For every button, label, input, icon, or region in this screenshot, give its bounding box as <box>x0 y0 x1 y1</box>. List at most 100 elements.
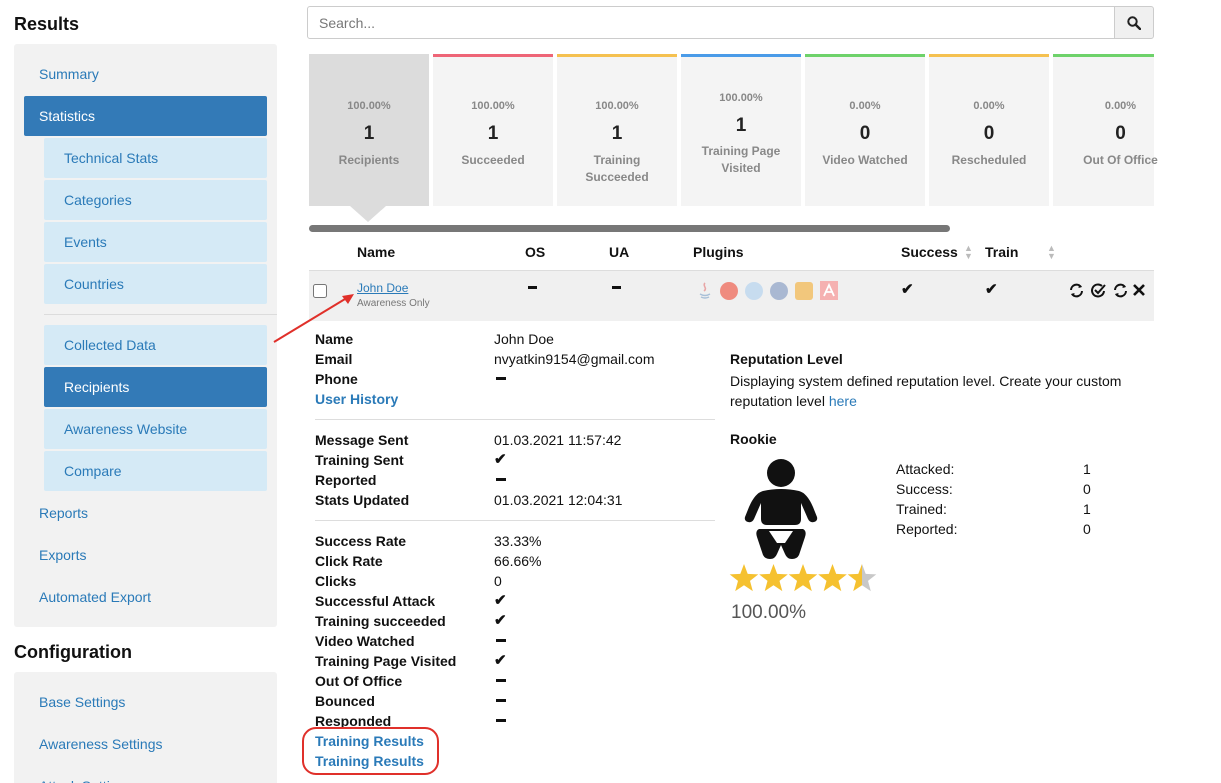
sidebar-item-automated-export[interactable]: Automated Export <box>24 577 277 617</box>
sidebar-item-events[interactable]: Events <box>44 222 267 262</box>
horizontal-scrollbar[interactable] <box>309 225 950 232</box>
stat-value: 0 <box>983 123 995 144</box>
detail-stats-updated-value: 01.03.2021 12:04:31 <box>494 492 623 508</box>
ua-empty-dash <box>612 286 621 289</box>
close-icon[interactable] <box>1133 284 1145 296</box>
refresh-icon[interactable] <box>1069 283 1084 298</box>
reputation-description: Displaying system defined reputation lev… <box>730 371 1150 411</box>
detail-phone-label: Phone <box>315 371 358 387</box>
col-header-ua[interactable]: UA <box>609 244 629 260</box>
star-icon <box>788 564 818 592</box>
results-menu: Summary Statistics Technical Stats Categ… <box>14 44 277 627</box>
sidebar-item-collected-data[interactable]: Collected Data <box>44 325 267 365</box>
detail-email-value: nvyatkin9154@gmail.com <box>494 351 655 367</box>
sidebar-item-countries[interactable]: Countries <box>44 264 267 304</box>
annotation-highlight <box>302 727 439 775</box>
sidebar-item-statistics[interactable]: Statistics <box>24 96 267 136</box>
detail-reported-label: Reported <box>315 472 377 488</box>
stat-card-video-watched[interactable]: 0.00% 0 Video Watched <box>805 54 925 206</box>
stat-card-out-of-office[interactable]: 0.00% 0 Out Of Office <box>1053 54 1158 206</box>
sort-icon[interactable]: ▲ ▼ <box>964 244 973 261</box>
training-page-visited-check-icon: ✔ <box>494 652 507 669</box>
divider <box>315 520 715 521</box>
detail-message-sent-value: 01.03.2021 11:57:42 <box>494 432 622 448</box>
stat-value: 1 <box>487 123 499 144</box>
search-button[interactable] <box>1114 6 1154 39</box>
responded-empty-dash <box>496 719 506 722</box>
stat-card-rescheduled[interactable]: 0.00% 0 Rescheduled <box>929 54 1049 206</box>
stat-percent: 100.00% <box>719 92 763 104</box>
stat-label: Succeeded <box>461 153 525 167</box>
results-heading: Results <box>14 14 80 34</box>
stat-percent: 100.00% <box>595 100 639 112</box>
reputation-level-name: Rookie <box>730 431 777 447</box>
rep-stat-label: Reported: <box>896 521 958 537</box>
selected-card-pointer <box>350 206 386 222</box>
stat-card-training-page-visited[interactable]: 100.00% 1 Training Page Visited <box>681 54 801 206</box>
configuration-heading: Configuration <box>14 642 132 662</box>
stat-card-recipients[interactable]: 100.00% 1 Recipients <box>309 54 429 206</box>
divider <box>315 419 715 420</box>
sidebar-item-attack-settings[interactable]: Attack Settings <box>24 766 277 783</box>
rep-stat-label: Success: <box>896 481 953 497</box>
col-header-name[interactable]: Name <box>357 244 395 260</box>
user-history-link[interactable]: User History <box>315 391 398 407</box>
resend-icon[interactable] <box>1113 283 1128 298</box>
stat-card-succeeded[interactable]: 100.00% 1 Succeeded <box>433 54 553 206</box>
detail-email-label: Email <box>315 351 353 367</box>
bounced-empty-dash <box>496 699 506 702</box>
detail-video-watched-label: Video Watched <box>315 633 415 649</box>
sidebar-item-recipients[interactable]: Recipients <box>44 367 267 407</box>
stat-value: 1 <box>735 115 747 136</box>
stat-value: 1 <box>363 123 375 144</box>
stat-percent: 100.00% <box>471 100 515 112</box>
star-icon <box>729 564 759 592</box>
phone-empty-dash <box>496 377 506 380</box>
reported-empty-dash <box>496 478 506 481</box>
quicktime-plugin-icon <box>770 282 788 300</box>
successful-attack-check-icon: ✔ <box>494 592 507 609</box>
sidebar-item-summary[interactable]: Summary <box>24 54 277 94</box>
sidebar-item-compare[interactable]: Compare <box>44 451 267 491</box>
stat-percent: 0.00% <box>849 100 881 112</box>
configuration-menu: Base Settings Awareness Settings Attack … <box>14 672 277 783</box>
search-input[interactable] <box>307 6 1116 39</box>
stat-label: Rescheduled <box>951 153 1027 167</box>
sidebar-item-technical-stats[interactable]: Technical Stats <box>44 138 267 178</box>
out-of-office-empty-dash <box>496 679 506 682</box>
reputation-here-link[interactable]: here <box>829 393 857 409</box>
detail-successful-attack-label: Successful Attack <box>315 593 436 609</box>
detail-out-of-office-label: Out Of Office <box>315 673 403 689</box>
stat-card-training-succeeded[interactable]: 100.00% 1 Training Succeeded <box>557 54 677 206</box>
search-icon <box>1127 15 1141 30</box>
sidebar-item-categories[interactable]: Categories <box>44 180 267 220</box>
reputation-description-text: Displaying system defined reputation lev… <box>730 373 1122 409</box>
stat-percent: 100.00% <box>347 100 391 112</box>
sort-icon[interactable]: ▲ ▼ <box>1047 244 1056 261</box>
training-succeeded-check-icon: ✔ <box>494 612 507 629</box>
sidebar-item-exports[interactable]: Exports <box>24 535 277 575</box>
training-sent-check-icon: ✔ <box>494 451 507 468</box>
sidebar-item-base-settings[interactable]: Base Settings <box>24 682 277 722</box>
reputation-title: Reputation Level <box>730 351 843 367</box>
stat-percent: 0.00% <box>973 100 1005 112</box>
recipient-subtitle: Awareness Only <box>357 298 430 309</box>
rep-stat-value: 1 <box>1083 501 1091 517</box>
rep-stat-value: 0 <box>1083 521 1091 537</box>
col-header-os[interactable]: OS <box>525 244 545 260</box>
col-header-success[interactable]: Success <box>901 244 958 260</box>
detail-clicks-value: 0 <box>494 573 502 589</box>
baby-icon <box>744 459 818 559</box>
edit-check-icon[interactable] <box>1091 283 1106 298</box>
detail-name-label: Name <box>315 331 354 347</box>
recipient-name-link[interactable]: John Doe <box>357 281 408 295</box>
rep-stat-value: 1 <box>1083 461 1091 477</box>
rep-stat-value: 0 <box>1083 481 1091 497</box>
col-header-plugins[interactable]: Plugins <box>693 244 744 260</box>
rep-stat-label: Trained: <box>896 501 947 517</box>
sidebar-item-awareness-website[interactable]: Awareness Website <box>44 409 267 449</box>
sidebar-item-awareness-settings[interactable]: Awareness Settings <box>24 724 277 764</box>
success-check-icon: ✔ <box>901 281 914 298</box>
sidebar-item-reports[interactable]: Reports <box>24 493 277 533</box>
col-header-train[interactable]: Train <box>985 244 1018 260</box>
